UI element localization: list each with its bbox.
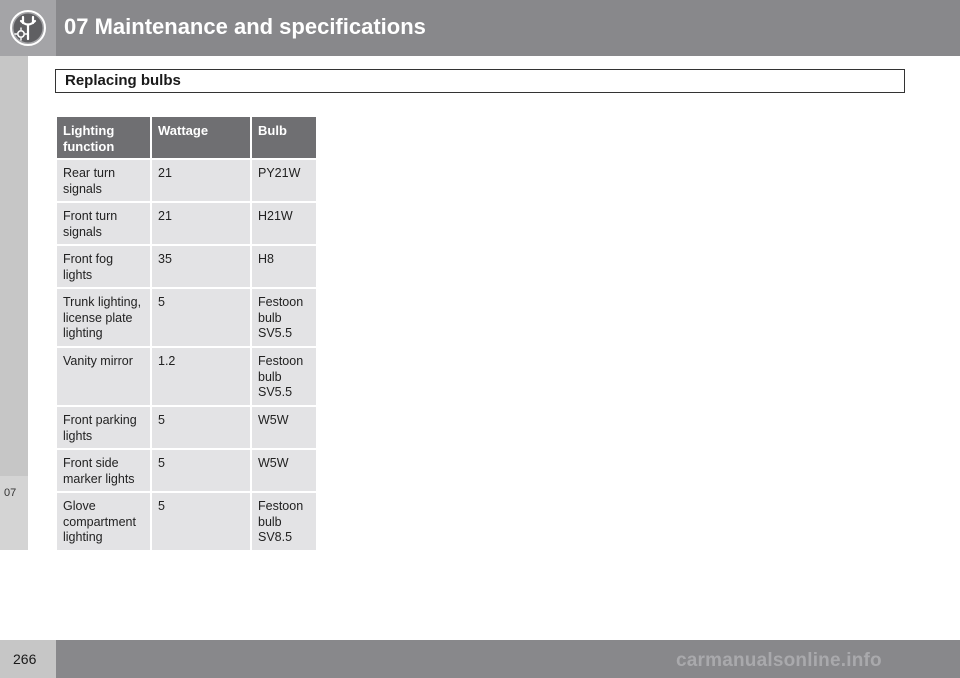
lighting-function-cell: Front parking lights bbox=[55, 405, 152, 450]
wattage-cell: 21 bbox=[150, 201, 252, 246]
table-row: Front fog lights 35 H8 bbox=[55, 244, 318, 289]
lighting-function-cell: Front fog lights bbox=[55, 244, 152, 289]
column-header-wattage: Wattage bbox=[150, 115, 252, 160]
chapter-title: 07 Maintenance and specifications bbox=[64, 14, 426, 39]
wattage-cell: 1.2 bbox=[150, 346, 252, 407]
lighting-function-cell: Front turn signals bbox=[55, 201, 152, 246]
chapter-tab-label: 07 bbox=[4, 487, 17, 499]
bulb-cell: W5W bbox=[250, 405, 318, 450]
wattage-cell: 21 bbox=[150, 158, 252, 203]
page-number: 266 bbox=[13, 651, 37, 667]
bulb-cell: Festoon bulb SV8.5 bbox=[250, 491, 318, 552]
column-header-bulb: Bulb bbox=[250, 115, 318, 160]
table-row: Rear turn signals 21 PY21W bbox=[55, 158, 318, 203]
chapter-icon-block bbox=[0, 0, 56, 56]
bulb-cell: Festoon bulb SV5.5 bbox=[250, 346, 318, 407]
bulb-cell: W5W bbox=[250, 448, 318, 493]
wattage-cell: 5 bbox=[150, 405, 252, 450]
watermark: carmanualsonline.info bbox=[676, 650, 882, 671]
lighting-function-cell: Glove compartment lighting bbox=[55, 491, 152, 552]
table-row: Front turn signals 21 H21W bbox=[55, 201, 318, 246]
table-header-row: Lighting function Wattage Bulb bbox=[55, 115, 318, 160]
wrench-gear-icon bbox=[10, 10, 46, 46]
bulb-table: Lighting function Wattage Bulb Rear turn… bbox=[55, 115, 318, 552]
table-row: Vanity mirror 1.2 Festoon bulb SV5.5 bbox=[55, 346, 318, 407]
bulb-cell: PY21W bbox=[250, 158, 318, 203]
lighting-function-cell: Front side marker lights bbox=[55, 448, 152, 493]
column-header-lighting-function: Lighting function bbox=[55, 115, 152, 160]
wattage-cell: 5 bbox=[150, 491, 252, 552]
wattage-cell: 5 bbox=[150, 287, 252, 348]
bulb-cell: H8 bbox=[250, 244, 318, 289]
bulb-cell: H21W bbox=[250, 201, 318, 246]
lighting-function-cell: Trunk lighting, license plate lighting bbox=[55, 287, 152, 348]
table-row: Trunk lighting, license plate lighting 5… bbox=[55, 287, 318, 348]
section-title: Replacing bulbs bbox=[65, 72, 181, 89]
table-row: Glove compartment lighting 5 Festoon bul… bbox=[55, 491, 318, 552]
lighting-function-cell: Rear turn signals bbox=[55, 158, 152, 203]
table-row: Front parking lights 5 W5W bbox=[55, 405, 318, 450]
lighting-function-cell: Vanity mirror bbox=[55, 346, 152, 407]
bulb-cell: Festoon bulb SV5.5 bbox=[250, 287, 318, 348]
section-header: Replacing bulbs bbox=[55, 69, 905, 93]
table-row: Front side marker lights 5 W5W bbox=[55, 448, 318, 493]
wattage-cell: 5 bbox=[150, 448, 252, 493]
wattage-cell: 35 bbox=[150, 244, 252, 289]
